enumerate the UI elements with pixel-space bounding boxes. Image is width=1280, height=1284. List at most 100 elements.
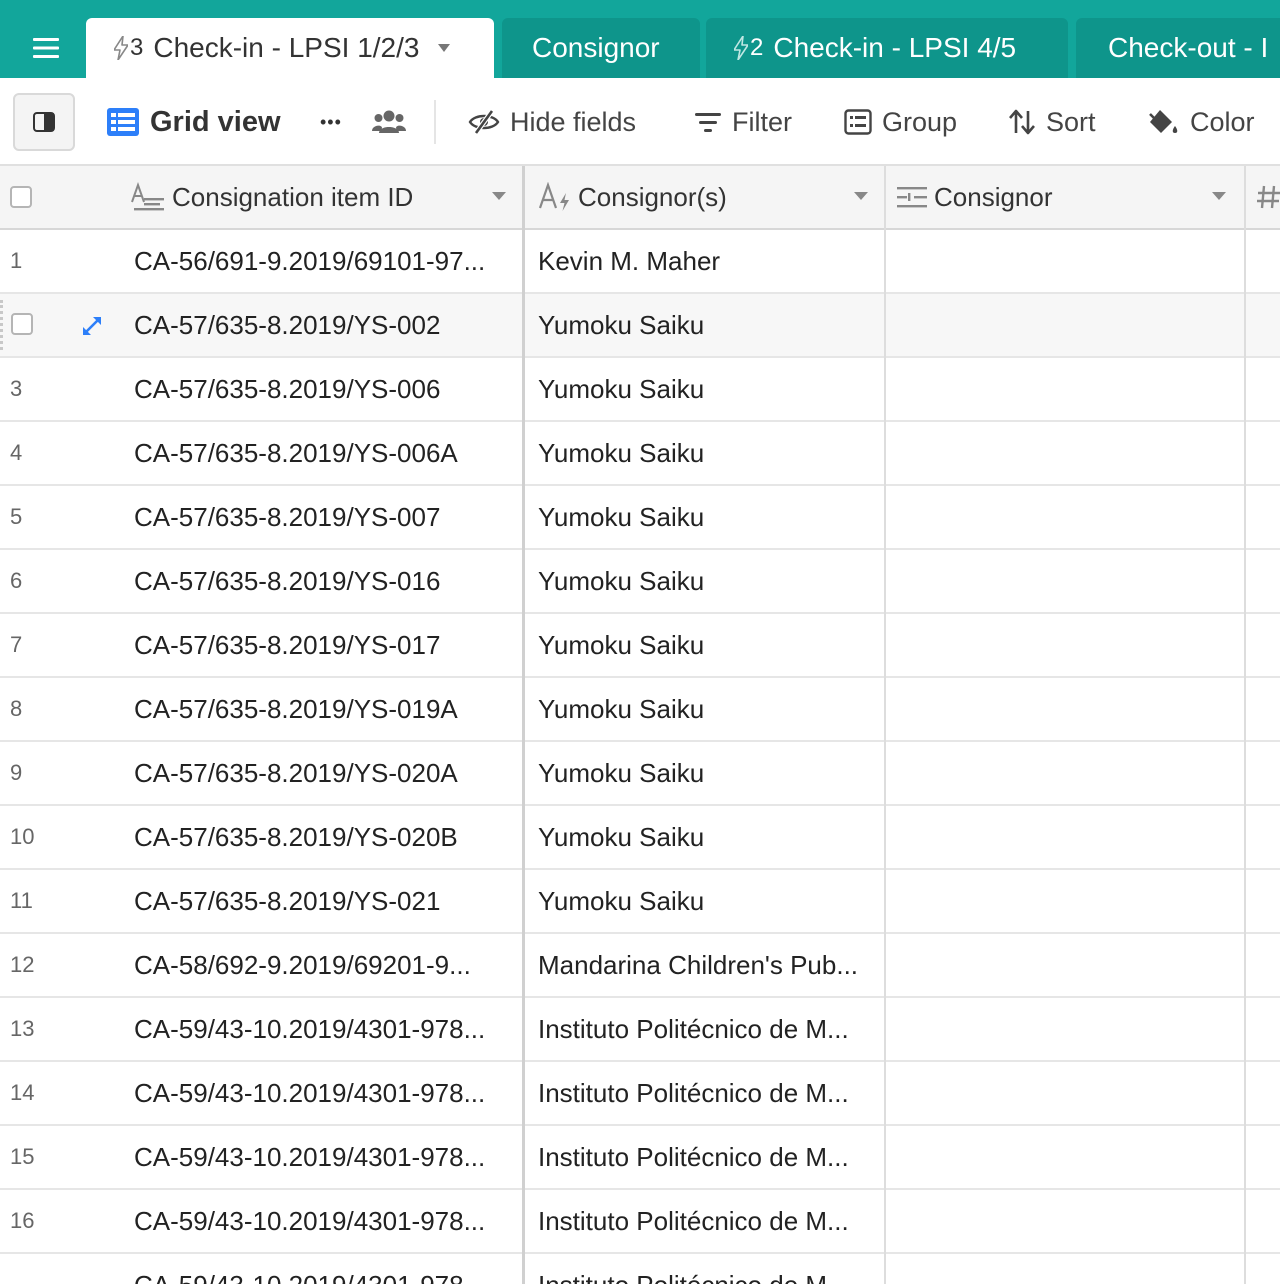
cell-consignors[interactable]: Mandarina Children's Pub... <box>538 934 878 996</box>
cell-consignors[interactable]: Kevin M. Maher <box>538 230 878 292</box>
sort-arrows-icon <box>1009 109 1035 135</box>
chevron-down-icon[interactable] <box>1212 192 1226 200</box>
chevron-down-icon[interactable] <box>492 192 506 200</box>
column-header-number[interactable] <box>1256 166 1280 228</box>
cell-consignation-item-id[interactable]: CA-57/635-8.2019/YS-017 <box>134 614 514 676</box>
cell-consignation-item-id[interactable]: CA-59/43-10.2019/4301-978... <box>134 1254 514 1284</box>
column-header-consignor[interactable]: Consignor <box>896 166 1242 228</box>
cell-consignors[interactable]: Yumoku Saiku <box>538 486 878 548</box>
select-all-checkbox[interactable] <box>10 186 32 208</box>
cell-consignors[interactable]: Yumoku Saiku <box>538 358 878 420</box>
cell-consignor[interactable] <box>896 1062 1236 1124</box>
collaborative-view-button[interactable] <box>372 100 416 144</box>
cell-consignor[interactable] <box>896 870 1236 932</box>
cell-consignor[interactable] <box>896 1254 1236 1284</box>
table-row[interactable]: 9 CA-57/635-8.2019/YS-020A Yumoku Saiku <box>0 742 1280 806</box>
tab-checkin-lpsi-123[interactable]: 3 Check-in - LPSI 1/2/3 <box>86 18 494 78</box>
cell-consignation-item-id[interactable]: CA-57/635-8.2019/YS-006A <box>134 422 514 484</box>
table-row[interactable]: 1 CA-56/691-9.2019/69101-97... Kevin M. Ma… <box>0 230 1280 294</box>
tab-consignor[interactable]: Consignor <box>502 18 700 78</box>
view-toolbar: Grid view ••• Hide fields Filter Group S… <box>0 78 1280 166</box>
cell-consignor[interactable] <box>896 742 1236 804</box>
cell-consignation-item-id[interactable]: CA-57/635-8.2019/YS-007 <box>134 486 514 548</box>
automation-bolt-icon <box>734 36 748 60</box>
cell-consignation-item-id[interactable]: CA-59/43-10.2019/4301-978... <box>134 1190 514 1252</box>
hide-fields-button[interactable]: Hide fields <box>468 100 636 144</box>
table-row[interactable]: 4 CA-57/635-8.2019/YS-006A Yumoku Saiku <box>0 422 1280 486</box>
tab-checkout[interactable]: Check-out - I <box>1076 18 1280 78</box>
cell-consignors[interactable]: Yumoku Saiku <box>538 614 878 676</box>
cell-consignor[interactable] <box>896 294 1236 356</box>
cell-consignors[interactable]: Yumoku Saiku <box>538 550 878 612</box>
cell-consignors[interactable]: Yumoku Saiku <box>538 806 878 868</box>
cell-consignation-item-id[interactable]: CA-58/692-9.2019/69201-9... <box>134 934 514 996</box>
cell-consignors[interactable]: Instituto Politécnico de M... <box>538 998 878 1060</box>
cell-consignation-item-id[interactable]: CA-57/635-8.2019/YS-020B <box>134 806 514 868</box>
cell-consignation-item-id[interactable]: CA-59/43-10.2019/4301-978... <box>134 998 514 1060</box>
color-button[interactable]: Color <box>1148 100 1255 144</box>
tab-checkin-lpsi-45[interactable]: 2 Check-in - LPSI 4/5 <box>706 18 1068 78</box>
cell-consignor[interactable] <box>896 998 1236 1060</box>
cell-consignors[interactable]: Instituto Politécnico de M... <box>538 1062 878 1124</box>
table-row[interactable]: 10 CA-57/635-8.2019/YS-020B Yumoku Saiku <box>0 806 1280 870</box>
cell-consignor[interactable] <box>896 1126 1236 1188</box>
table-row[interactable]: 7 CA-57/635-8.2019/YS-017 Yumoku Saiku <box>0 614 1280 678</box>
cell-consignor[interactable] <box>896 678 1236 740</box>
cell-consignation-item-id[interactable]: CA-59/43-10.2019/4301-978... <box>134 1062 514 1124</box>
hamburger-menu-button[interactable] <box>18 22 74 74</box>
table-row[interactable]: 14 CA-59/43-10.2019/4301-978... Instituto … <box>0 1062 1280 1126</box>
chevron-down-icon[interactable] <box>437 43 451 53</box>
table-row[interactable]: 8 CA-57/635-8.2019/YS-019A Yumoku Saiku <box>0 678 1280 742</box>
cell-consignor[interactable] <box>896 358 1236 420</box>
table-row[interactable]: 12 CA-58/692-9.2019/69201-9... Mandarina C… <box>0 934 1280 998</box>
cell-consignors[interactable]: Yumoku Saiku <box>538 870 878 932</box>
group-button[interactable]: Group <box>844 100 957 144</box>
table-row[interactable]: CA-57/635-8.2019/YS-002 Yumoku Saiku <box>0 294 1280 358</box>
table-row[interactable]: 6 CA-57/635-8.2019/YS-016 Yumoku Saiku <box>0 550 1280 614</box>
view-switcher[interactable]: Grid view <box>106 100 281 144</box>
cell-consignor[interactable] <box>896 550 1236 612</box>
cell-consignor[interactable] <box>896 230 1236 292</box>
cell-consignors[interactable]: Instituto Politécnico de M... <box>538 1190 878 1252</box>
cell-consignation-item-id[interactable]: CA-57/635-8.2019/YS-019A <box>134 678 514 740</box>
cell-consignors[interactable]: Instituto Politécnico de M... <box>538 1254 878 1284</box>
table-row[interactable]: 16 CA-59/43-10.2019/4301-978... Instituto … <box>0 1190 1280 1254</box>
column-header-consignation-item-id[interactable]: Consignation item ID <box>130 166 522 228</box>
cell-consignors[interactable]: Yumoku Saiku <box>538 422 878 484</box>
cell-consignor[interactable] <box>896 614 1236 676</box>
expand-record-button[interactable] <box>80 314 104 338</box>
cell-consignors[interactable]: Yumoku Saiku <box>538 294 878 356</box>
tab-automation-count: 2 <box>750 34 764 61</box>
table-row[interactable]: 15 CA-59/43-10.2019/4301-978... Instituto … <box>0 1126 1280 1190</box>
tab-automation-count: 3 <box>130 34 144 61</box>
table-row[interactable]: 11 CA-57/635-8.2019/YS-021 Yumoku Saiku <box>0 870 1280 934</box>
cell-consignation-item-id[interactable]: CA-57/635-8.2019/YS-002 <box>134 294 514 356</box>
cell-consignation-item-id[interactable]: CA-57/635-8.2019/YS-021 <box>134 870 514 932</box>
cell-consignor[interactable] <box>896 486 1236 548</box>
table-row[interactable]: CA-59/43-10.2019/4301-978... Instituto Po… <box>0 1254 1280 1284</box>
table-row[interactable]: 5 CA-57/635-8.2019/YS-007 Yumoku Saiku <box>0 486 1280 550</box>
filter-button[interactable]: Filter <box>694 100 792 144</box>
view-more-button[interactable]: ••• <box>320 100 342 144</box>
cell-consignor[interactable] <box>896 1190 1236 1252</box>
select-all-checkbox-cell[interactable] <box>10 166 60 228</box>
cell-consignor[interactable] <box>896 422 1236 484</box>
cell-consignor[interactable] <box>896 934 1236 996</box>
view-sidebar-toggle-button[interactable] <box>13 93 75 151</box>
row-select-checkbox[interactable] <box>11 313 33 335</box>
cell-consignation-item-id[interactable]: CA-57/635-8.2019/YS-016 <box>134 550 514 612</box>
cell-consignors[interactable]: Instituto Politécnico de M... <box>538 1126 878 1188</box>
cell-consignation-item-id[interactable]: CA-59/43-10.2019/4301-978... <box>134 1126 514 1188</box>
chevron-down-icon[interactable] <box>854 192 868 200</box>
table-row[interactable]: 3 CA-57/635-8.2019/YS-006 Yumoku Saiku <box>0 358 1280 422</box>
cell-consignation-item-id[interactable]: CA-57/635-8.2019/YS-006 <box>134 358 514 420</box>
cell-consignors[interactable]: Yumoku Saiku <box>538 678 878 740</box>
column-header-consignors[interactable]: Consignor(s) <box>538 166 884 228</box>
sort-button[interactable]: Sort <box>1008 100 1096 144</box>
table-row[interactable]: 13 CA-59/43-10.2019/4301-978... Instituto … <box>0 998 1280 1062</box>
row-drag-handle[interactable] <box>0 300 4 350</box>
cell-consignation-item-id[interactable]: CA-56/691-9.2019/69101-97... <box>134 230 514 292</box>
cell-consignation-item-id[interactable]: CA-57/635-8.2019/YS-020A <box>134 742 514 804</box>
cell-consignor[interactable] <box>896 806 1236 868</box>
cell-consignors[interactable]: Yumoku Saiku <box>538 742 878 804</box>
